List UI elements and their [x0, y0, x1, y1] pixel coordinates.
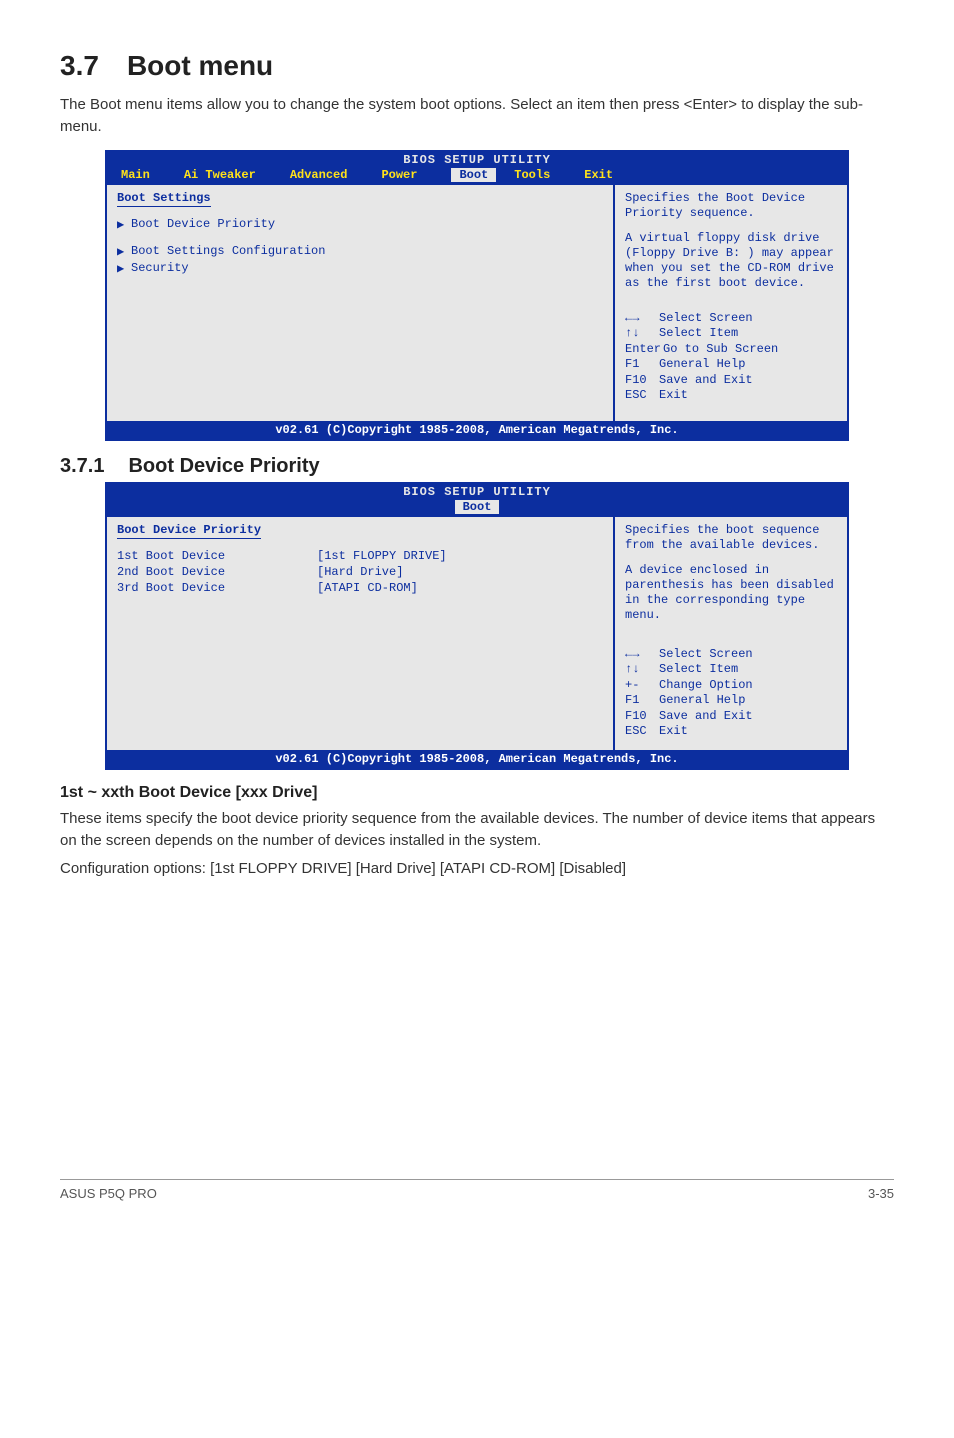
setting-2nd-boot-device[interactable]: 2nd Boot Device [Hard Drive] — [117, 565, 603, 579]
tab-power[interactable]: Power — [381, 168, 431, 182]
tab-advanced[interactable]: Advanced — [290, 168, 362, 182]
page-footer: ASUS P5Q PRO 3-35 — [60, 1179, 894, 1201]
bios-left-pane: Boot Device Priority 1st Boot Device [1s… — [107, 517, 615, 751]
intro-paragraph: The Boot menu items allow you to change … — [60, 94, 894, 138]
bios-menubar: Boot — [107, 499, 847, 517]
help-text-2: A device enclosed in parenthesis has bee… — [625, 563, 837, 623]
help-text-1: Specifies the Boot Device Priority seque… — [625, 191, 837, 221]
key-legend: ←→Select Screen ↑↓Select Item +-Change O… — [625, 647, 837, 741]
arrows-ud-icon: ↑↓ — [625, 662, 659, 678]
bios-right-pane: Specifies the Boot Device Priority seque… — [615, 185, 847, 421]
arrows-ud-icon: ↑↓ — [625, 326, 659, 342]
bios-right-pane: Specifies the boot sequence from the ava… — [615, 517, 847, 751]
tab-boot[interactable]: Boot — [455, 500, 500, 514]
setting-3rd-boot-device[interactable]: 3rd Boot Device [ATAPI CD-ROM] — [117, 581, 603, 595]
bios-screenshot-boot-device-priority: BIOS SETUP UTILITY Boot Boot Device Prio… — [105, 482, 849, 771]
section-heading: 3.7 Boot menu — [60, 50, 894, 82]
footer-left: ASUS P5Q PRO — [60, 1186, 157, 1201]
menu-item-boot-device-priority[interactable]: ▶ Boot Device Priority — [117, 217, 603, 232]
arrows-lr-icon: ←→ — [625, 311, 659, 327]
bios-screenshot-boot-menu: BIOS SETUP UTILITY Main Ai Tweaker Advan… — [105, 150, 849, 441]
bios-heading: Boot Settings — [117, 191, 211, 207]
bios-left-pane: Boot Settings ▶ Boot Device Priority ▶ B… — [107, 185, 615, 421]
setting-1st-boot-device[interactable]: 1st Boot Device [1st FLOPPY DRIVE] — [117, 549, 603, 563]
help-text-1: Specifies the boot sequence from the ava… — [625, 523, 837, 553]
tab-ai-tweaker[interactable]: Ai Tweaker — [184, 168, 270, 182]
key-legend: ←→Select Screen ↑↓Select Item EnterGo to… — [625, 311, 837, 405]
field-heading: 1st ~ xxth Boot Device [xxx Drive] — [60, 784, 894, 802]
subsection-title: Boot Device Priority — [128, 455, 319, 477]
submenu-arrow-icon: ▶ — [117, 261, 131, 276]
tab-main[interactable]: Main — [121, 168, 164, 182]
submenu-arrow-icon: ▶ — [117, 244, 131, 259]
tab-boot[interactable]: Boot — [451, 168, 496, 182]
subsection-number: 3.7.1 — [60, 455, 104, 477]
section-number: 3.7 — [60, 50, 99, 81]
help-text-2: A virtual floppy disk drive (Floppy Driv… — [625, 231, 837, 291]
subsection-heading: 3.7.1 Boot Device Priority — [60, 455, 894, 478]
arrows-lr-icon: ←→ — [625, 647, 659, 663]
bios-menubar: Main Ai Tweaker Advanced Power Boot Tool… — [107, 167, 847, 185]
body-paragraph-2: Configuration options: [1st FLOPPY DRIVE… — [60, 858, 894, 880]
bios-title: BIOS SETUP UTILITY — [107, 152, 847, 167]
bios-heading: Boot Device Priority — [117, 523, 261, 539]
tab-tools[interactable]: Tools — [514, 168, 564, 182]
footer-right: 3-35 — [868, 1186, 894, 1201]
bios-title: BIOS SETUP UTILITY — [107, 484, 847, 499]
bios-footer: v02.61 (C)Copyright 1985-2008, American … — [107, 750, 847, 768]
section-title: Boot menu — [127, 50, 273, 81]
menu-item-boot-settings-configuration[interactable]: ▶ Boot Settings Configuration — [117, 244, 603, 259]
tab-exit[interactable]: Exit — [584, 168, 627, 182]
bios-footer: v02.61 (C)Copyright 1985-2008, American … — [107, 421, 847, 439]
submenu-arrow-icon: ▶ — [117, 217, 131, 232]
body-paragraph-1: These items specify the boot device prio… — [60, 808, 894, 852]
menu-item-security[interactable]: ▶ Security — [117, 261, 603, 276]
